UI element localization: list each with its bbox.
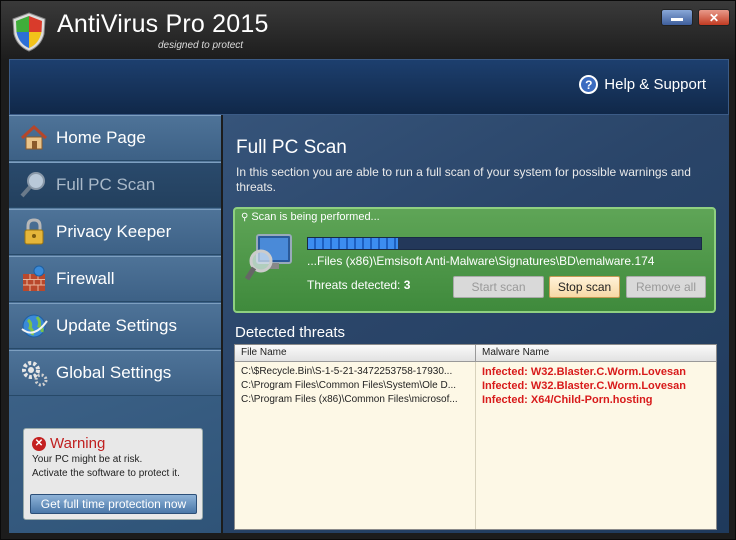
magnifier-icon xyxy=(20,172,45,198)
malware-name-cell: Infected: X64/Child-Porn.hosting xyxy=(482,394,653,406)
sidebar-item-update-settings[interactable]: Update Settings xyxy=(9,303,221,349)
sidebar-item-label: Update Settings xyxy=(56,316,177,335)
threats-count: 3 xyxy=(403,278,411,292)
sidebar-item-firewall[interactable]: Firewall xyxy=(9,256,221,302)
app-window: AntiVirus Pro 2015 designed to protect ✕… xyxy=(0,0,736,540)
sidebar-item-label: Firewall xyxy=(56,269,115,288)
help-support-link[interactable]: ? Help & Support xyxy=(579,75,706,94)
threats-detected: Threats detected: 3 xyxy=(307,278,410,292)
warning-title: ✕ Warning xyxy=(32,435,194,452)
malware-name-cell: Infected: W32.Blaster.C.Worm.Lovesan xyxy=(482,366,686,378)
main-panel: Full PC Scan In this section you are abl… xyxy=(223,115,729,533)
sidebar-item-privacy-keeper[interactable]: Privacy Keeper xyxy=(9,209,221,255)
page-title: Full PC Scan xyxy=(236,137,347,158)
sidebar-item-label: Privacy Keeper xyxy=(56,222,172,241)
column-divider xyxy=(475,362,476,529)
warning-line-1: Your PC might be at risk. xyxy=(32,454,143,465)
sidebar-item-label: Full PC Scan xyxy=(56,175,156,194)
scan-progress-bar xyxy=(307,237,702,250)
house-icon xyxy=(20,124,48,150)
stop-scan-button[interactable]: Stop scan xyxy=(549,276,620,298)
gears-icon xyxy=(22,361,48,387)
minimize-button[interactable] xyxy=(661,9,693,26)
app-tagline: designed to protect xyxy=(158,40,244,51)
scan-status-label: Scan is being performed... xyxy=(251,211,380,223)
file-name-cell: C:\$Recycle.Bin\S-1-5-21-3472253758-1793… xyxy=(241,366,453,377)
threat-table: File Name Malware Name C:\$Recycle.Bin\S… xyxy=(234,344,717,530)
detected-threats-title: Detected threats xyxy=(235,324,346,341)
sidebar-item-label: Home Page xyxy=(56,128,146,147)
scan-status-icon: ⚲ xyxy=(241,211,249,223)
error-icon: ✕ xyxy=(32,436,46,451)
column-header-malware-name[interactable]: Malware Name xyxy=(476,345,716,361)
page-description: In this section you are able to run a fu… xyxy=(236,165,691,194)
table-header: File Name Malware Name xyxy=(235,345,716,362)
firewall-icon xyxy=(23,265,45,291)
file-name-cell: C:\Program Files\Common Files\System\Ole… xyxy=(241,380,457,391)
app-title: AntiVirus Pro 2015 xyxy=(57,10,269,38)
warning-title-label: Warning xyxy=(50,435,106,452)
close-button[interactable]: ✕ xyxy=(698,9,730,26)
scan-current-file: ...Files (x86)\Emsisoft Anti-Malware\Sig… xyxy=(307,254,655,268)
shield-logo-icon xyxy=(12,12,46,52)
scan-status: ⚲ Scan is being performed... xyxy=(241,211,380,223)
close-icon: ✕ xyxy=(708,10,720,25)
scan-monitor-icon xyxy=(245,234,292,281)
help-support-label: Help & Support xyxy=(604,76,706,93)
minimize-icon xyxy=(671,17,683,21)
threats-detected-label: Threats detected: xyxy=(307,278,401,292)
sidebar-item-label: Global Settings xyxy=(56,363,172,382)
sidebar-item-global-settings[interactable]: Global Settings xyxy=(9,350,221,396)
remove-all-button[interactable]: Remove all xyxy=(626,276,706,298)
warning-box: ✕ Warning Your PC might be at risk. Acti… xyxy=(23,428,203,520)
header-banner: ? Help & Support xyxy=(9,59,729,115)
globe-icon xyxy=(21,314,48,338)
scan-progress-fill xyxy=(308,238,399,249)
get-protection-button[interactable]: Get full time protection now xyxy=(30,494,197,514)
help-icon: ? xyxy=(579,75,599,94)
malware-name-cell: Infected: W32.Blaster.C.Worm.Lovesan xyxy=(482,380,686,392)
column-header-file-name[interactable]: File Name xyxy=(235,345,476,361)
warning-line-2: Activate the software to protect it. xyxy=(32,468,180,479)
sidebar-item-full-pc-scan[interactable]: Full PC Scan xyxy=(9,162,221,208)
title-bar: AntiVirus Pro 2015 designed to protect ✕ xyxy=(1,1,736,59)
scan-panel: ⚲ Scan is being performed... ...Files (x… xyxy=(233,207,716,313)
sidebar: Home Page Full PC Scan Privacy Keeper Fi… xyxy=(9,115,221,533)
start-scan-button[interactable]: Start scan xyxy=(453,276,544,298)
sidebar-item-home-page[interactable]: Home Page xyxy=(9,115,221,161)
padlock-icon xyxy=(24,218,44,245)
file-name-cell: C:\Program Files (x86)\Common Files\micr… xyxy=(241,394,458,405)
